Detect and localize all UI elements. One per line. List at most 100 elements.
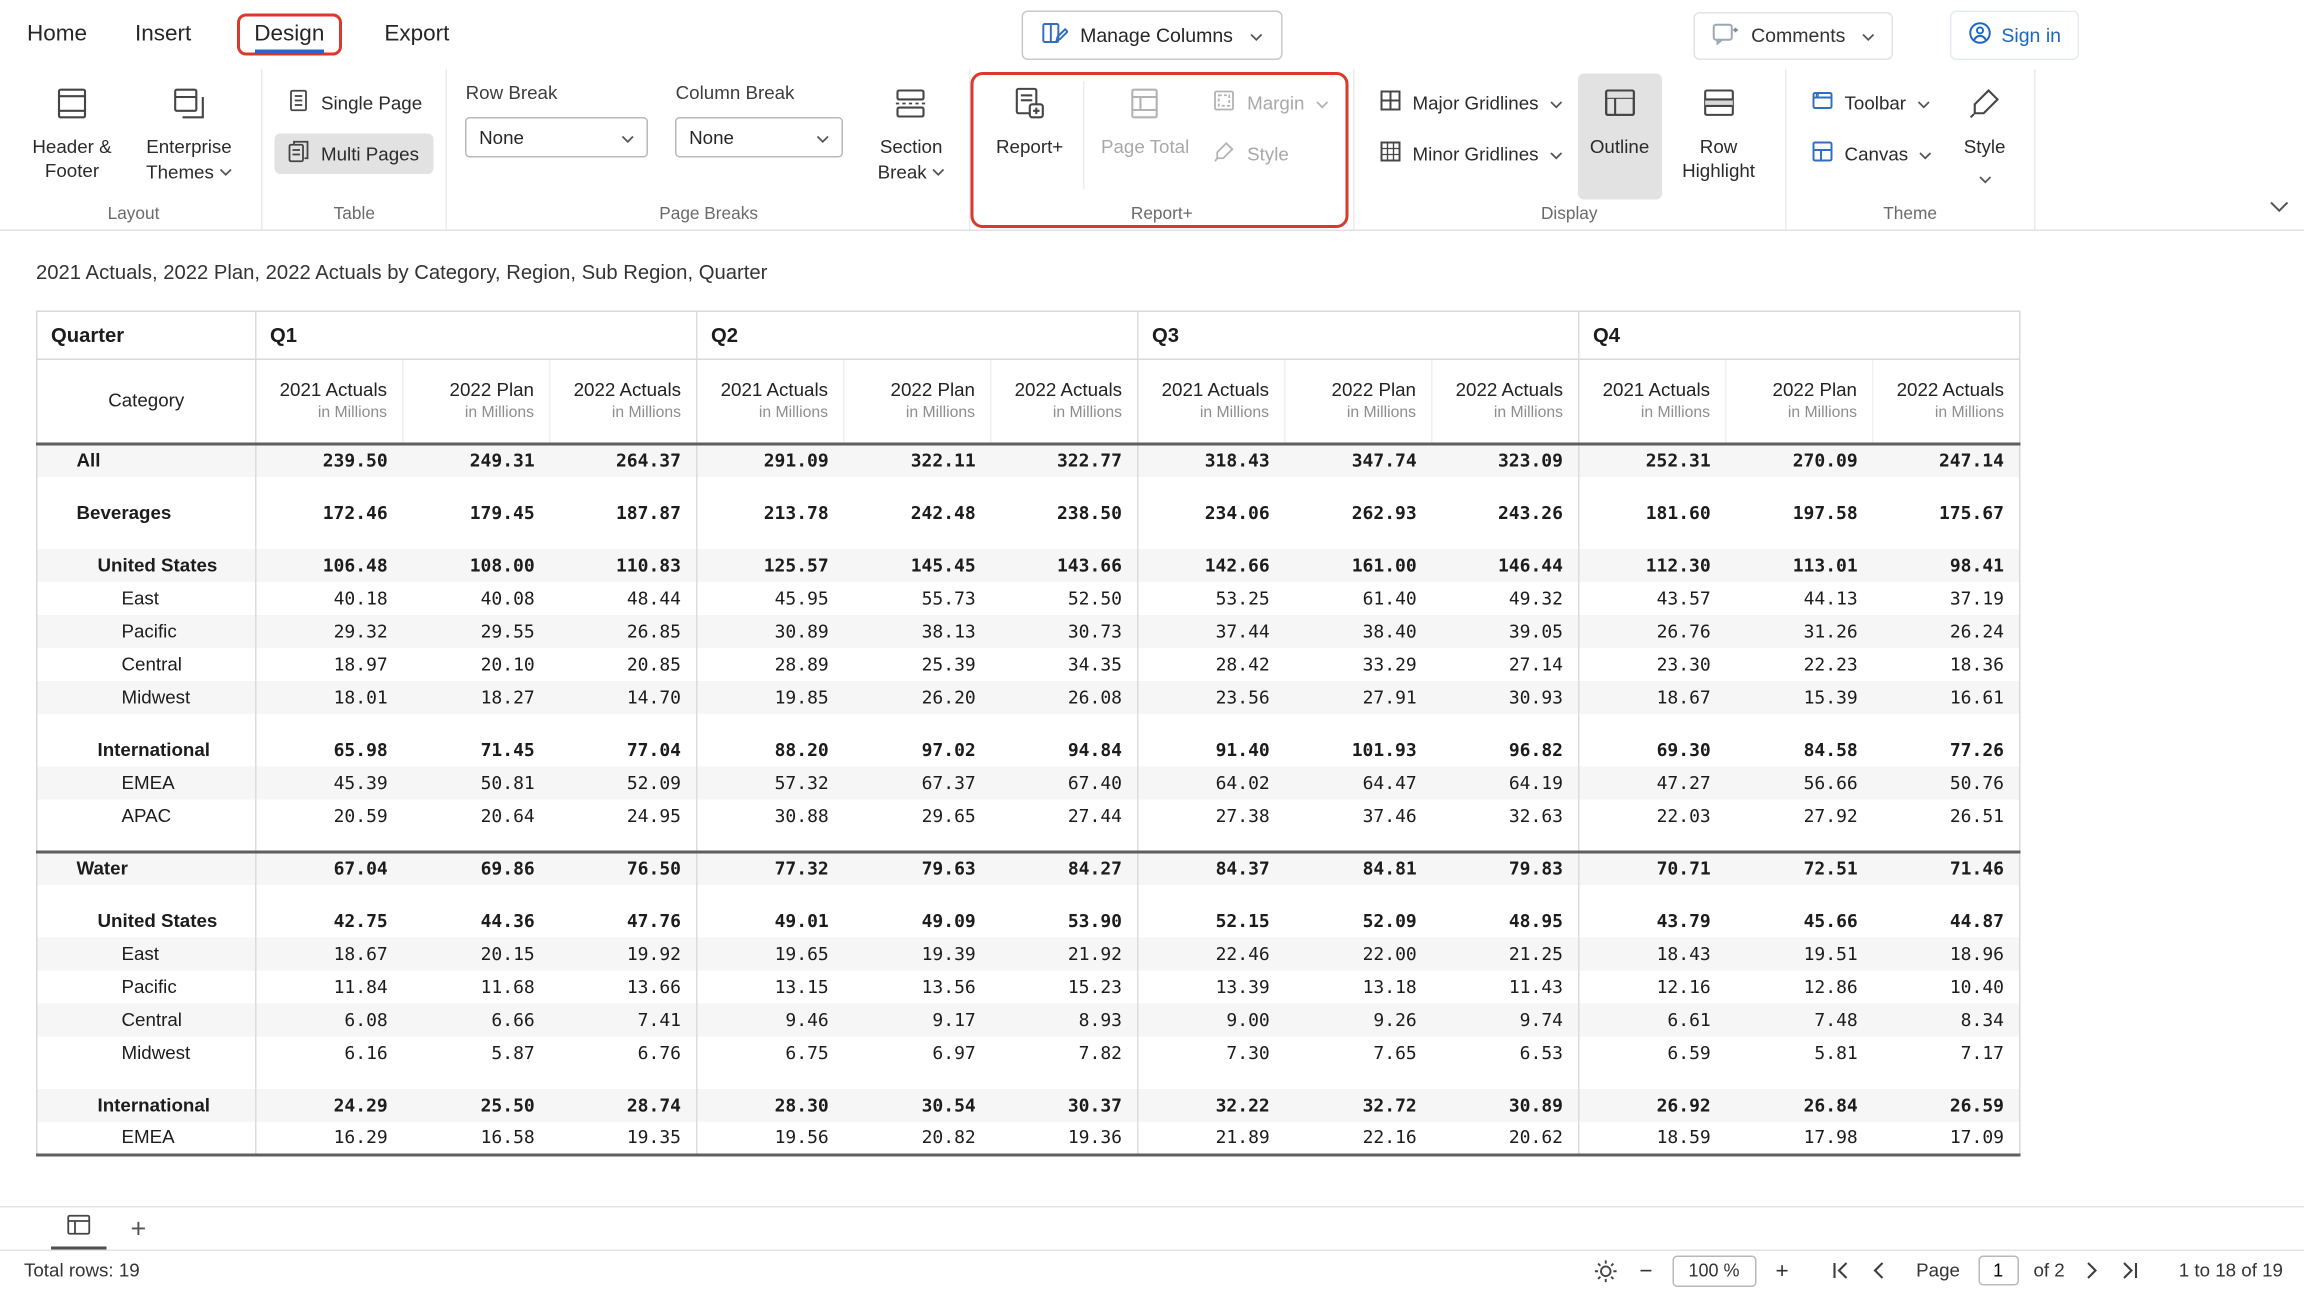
tab-home[interactable]: Home — [24, 15, 90, 53]
spacer-cell — [403, 884, 550, 904]
value-cell: 16.61 — [1873, 680, 2020, 713]
enterprise-themes-button[interactable]: Enterprise Themes — [129, 74, 249, 200]
value-cell: 19.65 — [697, 937, 844, 970]
value-cell: 30.89 — [1432, 1088, 1579, 1121]
manage-columns-button[interactable]: Manage Columns — [1022, 10, 1283, 60]
previous-page-button[interactable] — [1868, 1260, 1892, 1281]
settings-gear-button[interactable] — [1591, 1258, 1620, 1284]
table-row: International65.9871.4577.0488.2097.0294… — [37, 733, 2020, 766]
group-label-layout: Layout — [18, 203, 249, 229]
group-label-table: Table — [275, 203, 435, 229]
value-cell: 264.37 — [550, 443, 697, 476]
add-sheet-button[interactable]: + — [131, 1215, 147, 1242]
spacer-cell — [1138, 884, 1285, 904]
comments-button[interactable]: Comments — [1694, 11, 1893, 59]
single-page-icon — [287, 89, 311, 118]
value-cell: 18.01 — [256, 680, 403, 713]
page-total-button[interactable]: Page Total — [1093, 74, 1198, 200]
value-cell: 9.74 — [1432, 1003, 1579, 1036]
report-style-label: Style — [1247, 143, 1289, 164]
last-page-button[interactable] — [2119, 1260, 2143, 1281]
row-break-label: Row Break — [466, 83, 649, 104]
measure-name: 2022 Actuals — [1874, 380, 2005, 401]
header-footer-button[interactable]: Header & Footer — [18, 74, 126, 200]
tab-design[interactable]: Design — [236, 14, 342, 56]
margin-button[interactable]: Margin — [1201, 83, 1341, 124]
value-cell: 64.47 — [1285, 766, 1432, 799]
outline-button[interactable]: Outline — [1578, 74, 1662, 200]
minor-gridlines-label: Minor Gridlines — [1412, 143, 1538, 164]
single-page-button[interactable]: Single Page — [275, 83, 435, 124]
value-cell: 197.58 — [1726, 496, 1873, 529]
value-cell: 30.54 — [844, 1088, 991, 1121]
spacer-cell — [550, 529, 697, 549]
report-style-button[interactable]: Style — [1201, 134, 1341, 175]
spacer-cell — [256, 1069, 403, 1089]
measure-name: 2022 Actuals — [1433, 380, 1564, 401]
sign-in-button[interactable]: Sign in — [1950, 11, 2079, 61]
margin-label: Margin — [1247, 92, 1304, 113]
page-of-label: of 2 — [2033, 1260, 2064, 1281]
zoom-in-button[interactable]: + — [1771, 1258, 1793, 1284]
measure-subtitle: in Millions — [845, 404, 976, 422]
value-cell: 30.89 — [697, 614, 844, 647]
canvas-button[interactable]: Canvas — [1798, 134, 1944, 175]
measure-header: 2021 Actualsin Millions — [256, 359, 403, 443]
value-cell: 20.64 — [403, 799, 550, 832]
spacer-cell — [991, 713, 1138, 733]
next-page-button[interactable] — [2080, 1260, 2104, 1281]
spacer-cell — [844, 1069, 991, 1089]
quarter-q1: Q1 — [256, 311, 697, 359]
report-plus-button[interactable]: Report+ — [983, 74, 1076, 200]
value-cell: 97.02 — [844, 733, 991, 766]
value-cell: 11.84 — [256, 970, 403, 1003]
row-label: Midwest — [37, 680, 256, 713]
value-cell: 64.19 — [1432, 766, 1579, 799]
section-break-button[interactable]: Section Break — [865, 74, 958, 200]
sheet-tab[interactable] — [51, 1208, 107, 1250]
column-break-select[interactable]: None — [676, 117, 844, 158]
measure-name: 2022 Plan — [845, 380, 976, 401]
row-range-label: 1 to 18 of 19 — [2179, 1260, 2283, 1281]
minor-gridlines-button[interactable]: Minor Gridlines — [1366, 134, 1575, 175]
row-break-select[interactable]: None — [466, 117, 649, 158]
theme-style-button[interactable]: Style — [1947, 74, 2022, 200]
spacer-cell — [991, 529, 1138, 549]
zoom-level[interactable]: 100 % — [1672, 1255, 1756, 1287]
spacer-cell — [1873, 884, 2020, 904]
value-cell: 101.93 — [1285, 733, 1432, 766]
value-cell: 18.36 — [1873, 647, 2020, 680]
row-label: East — [37, 581, 256, 614]
row-highlight-label: Row Highlight — [1682, 137, 1755, 182]
value-cell: 26.76 — [1579, 614, 1726, 647]
table-row: Central6.086.667.419.469.178.939.009.269… — [37, 1003, 2020, 1036]
spacer-cell — [1285, 476, 1432, 496]
value-cell: 28.30 — [697, 1088, 844, 1121]
value-cell: 77.26 — [1873, 733, 2020, 766]
major-gridlines-button[interactable]: Major Gridlines — [1366, 83, 1575, 124]
tab-insert[interactable]: Insert — [132, 15, 194, 53]
measure-name: 2022 Actuals — [992, 380, 1123, 401]
first-page-button[interactable] — [1829, 1260, 1853, 1281]
spacer-cell — [256, 476, 403, 496]
measure-header: 2021 Actualsin Millions — [1579, 359, 1726, 443]
toolbar-button[interactable]: Toolbar — [1798, 83, 1944, 124]
page-number-input[interactable] — [1978, 1256, 2019, 1286]
value-cell: 79.83 — [1432, 851, 1579, 884]
spacer-cell — [697, 884, 844, 904]
collapse-ribbon-button[interactable] — [2270, 195, 2290, 218]
value-cell: 56.66 — [1726, 766, 1873, 799]
value-cell: 7.41 — [550, 1003, 697, 1036]
value-cell: 175.67 — [1873, 496, 2020, 529]
row-highlight-button[interactable]: Row Highlight — [1665, 74, 1773, 200]
brush-icon — [1213, 140, 1237, 169]
spacer-cell — [1873, 713, 2020, 733]
multi-pages-button[interactable]: Multi Pages — [275, 134, 435, 175]
tab-export[interactable]: Export — [381, 15, 452, 53]
zoom-out-button[interactable]: − — [1635, 1258, 1657, 1284]
ribbon: Header & Footer Enterprise Themes Layout — [0, 69, 2304, 231]
value-cell: 9.17 — [844, 1003, 991, 1036]
value-cell: 252.31 — [1579, 443, 1726, 476]
value-cell: 94.84 — [991, 733, 1138, 766]
value-cell: 37.19 — [1873, 581, 2020, 614]
